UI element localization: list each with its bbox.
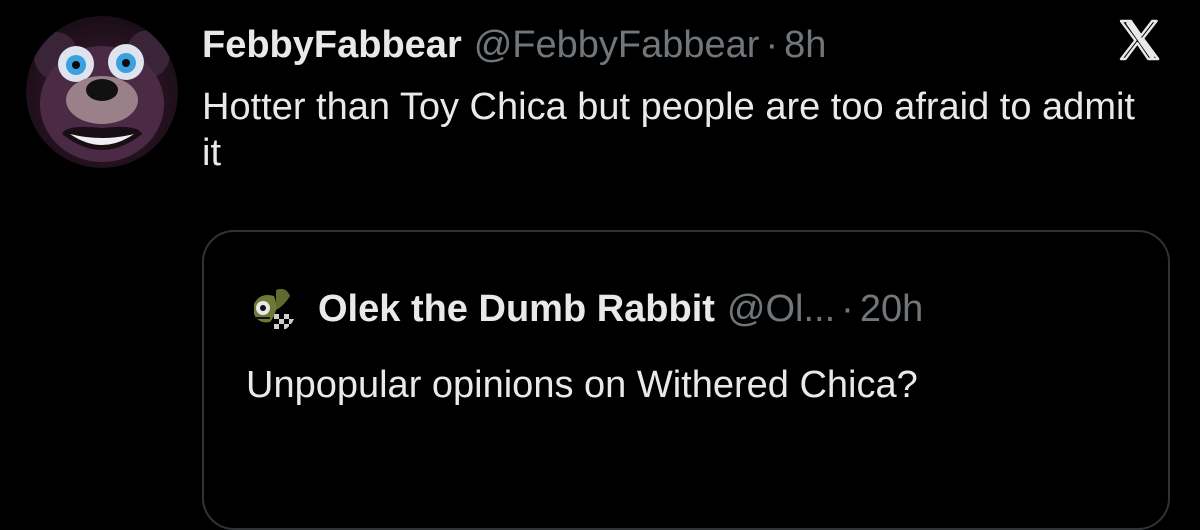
quoted-tweet-body-text: Unpopular opinions on Withered Chica? xyxy=(246,364,918,406)
tweet-timestamp[interactable]: 8h xyxy=(784,20,826,70)
rabbit-face-icon xyxy=(246,284,296,334)
quoted-author-handle[interactable]: @Ol... xyxy=(727,288,835,331)
quoted-author-display-name[interactable]: Olek the Dumb Rabbit xyxy=(318,288,715,331)
quoted-tweet-timestamp[interactable]: 20h xyxy=(860,288,923,331)
bear-face-icon xyxy=(34,30,170,162)
bear-avatar[interactable] xyxy=(26,16,178,168)
tweet-card[interactable]: FebbyFabbear @FebbyFabbear · 8h Hotter t… xyxy=(0,0,1200,530)
meta-separator: · xyxy=(765,24,779,66)
quoted-tweet-header: Olek the Dumb Rabbit @Ol... · 20h xyxy=(246,284,923,334)
x-logo-button[interactable] xyxy=(1108,14,1170,66)
author-handle[interactable]: @FebbyFabbear xyxy=(474,20,760,70)
quoted-tweet[interactable]: Olek the Dumb Rabbit @Ol... · 20h Unpopu… xyxy=(202,230,1170,530)
x-logo-icon xyxy=(1119,19,1160,61)
quoted-meta-separator: · xyxy=(841,287,854,330)
tweet-body-text: Hotter than Toy Chica but people are too… xyxy=(202,86,1135,174)
tweet-header: FebbyFabbear @FebbyFabbear · 8h xyxy=(202,20,826,70)
rabbit-avatar[interactable] xyxy=(246,284,296,334)
author-display-name[interactable]: FebbyFabbear xyxy=(202,20,462,70)
